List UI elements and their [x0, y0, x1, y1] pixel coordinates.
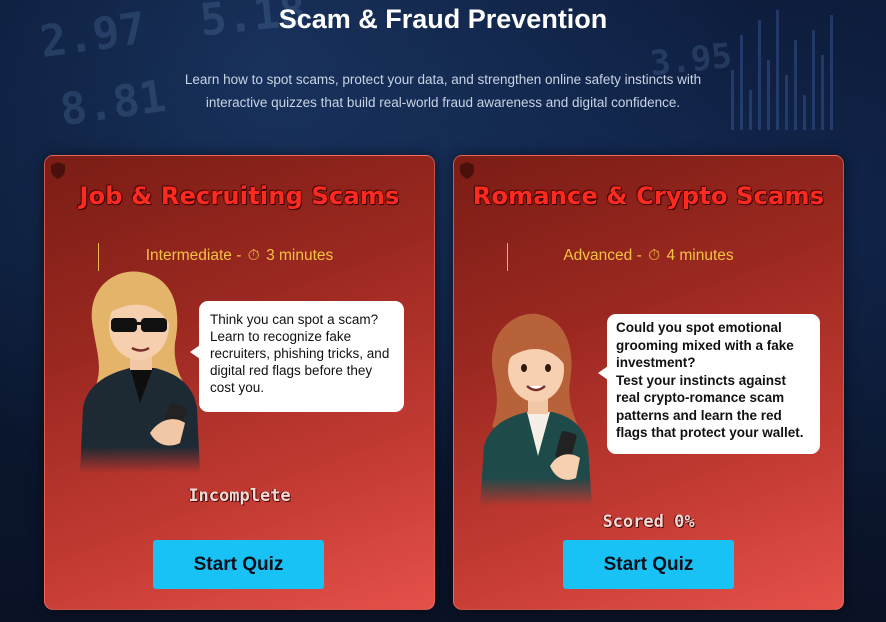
quiz-status: Incomplete	[188, 486, 291, 506]
quiz-card-job-recruiting: Job & Recruiting Scams Intermediate - ⏱ …	[44, 155, 435, 610]
card-title: Job & Recruiting Scams	[79, 182, 400, 210]
page-subtitle: Learn how to spot scams, protect your da…	[150, 68, 736, 114]
speech-bubble: Think you can spot a scam? Learn to reco…	[190, 301, 404, 412]
start-quiz-button[interactable]: Start Quiz	[153, 540, 324, 589]
subtitle-line-2: interactive quizzes that build real-worl…	[205, 95, 681, 110]
businesswoman-illustration	[80, 271, 200, 473]
shield-icon	[51, 162, 65, 179]
quiz-status: Scored 0%	[602, 512, 695, 532]
card-title: Romance & Crypto Scams	[472, 182, 825, 210]
duration-label: 4 minutes	[666, 247, 734, 264]
difficulty-label: Advanced	[563, 247, 633, 264]
duration-label: 3 minutes	[266, 247, 334, 264]
stopwatch-icon: ⏱	[648, 247, 661, 264]
subtitle-line-1: Learn how to spot scams, protect your da…	[184, 72, 702, 87]
bubble-text: Think you can spot a scam? Learn to reco…	[210, 312, 390, 395]
speech-bubble: Could you spot emotional grooming mixed …	[598, 314, 820, 454]
start-quiz-button[interactable]: Start Quiz	[563, 540, 734, 589]
bubble-text: Test your instincts against real crypto-…	[616, 372, 804, 441]
quiz-card-romance-crypto: Romance & Crypto Scams Advanced - ⏱ 4 mi…	[453, 155, 844, 610]
card-meta: Advanced - ⏱ 4 minutes	[454, 247, 843, 265]
card-meta: Intermediate - ⏱ 3 minutes	[45, 247, 434, 265]
shield-icon	[460, 162, 474, 179]
stopwatch-icon: ⏱	[247, 247, 260, 264]
woman-with-phone-illustration	[480, 313, 592, 506]
page-title: Scam & Fraud Prevention	[278, 4, 608, 34]
meta-separator: -	[231, 247, 246, 264]
bubble-question: Could you spot emotional grooming mixed …	[616, 320, 794, 370]
meta-separator: -	[632, 247, 647, 264]
difficulty-label: Intermediate	[145, 247, 232, 264]
